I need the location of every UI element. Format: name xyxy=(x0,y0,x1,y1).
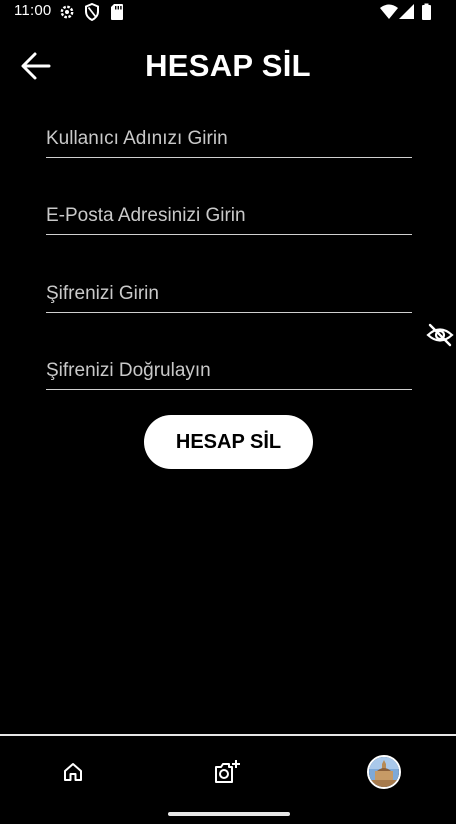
home-icon xyxy=(64,763,82,781)
username-input[interactable] xyxy=(46,125,412,153)
nav-home[interactable] xyxy=(53,752,93,792)
confirm-password-field[interactable] xyxy=(46,353,412,390)
sd-card-icon xyxy=(110,3,124,26)
confirm-password-input[interactable] xyxy=(46,357,412,385)
password-visibility-toggle[interactable] xyxy=(424,320,456,350)
password-input[interactable] xyxy=(46,280,412,308)
status-time: 11:00 xyxy=(14,2,52,19)
profile-avatar xyxy=(367,755,401,789)
wifi-icon xyxy=(379,3,399,26)
settings-icon xyxy=(58,3,76,26)
page-title: HESAP SİL xyxy=(145,48,311,83)
home-indicator[interactable] xyxy=(168,812,290,816)
email-field[interactable] xyxy=(46,198,412,235)
cellular-signal-icon xyxy=(398,3,415,26)
shield-icon xyxy=(84,2,100,26)
nav-profile[interactable] xyxy=(364,752,404,792)
battery-icon xyxy=(421,3,432,26)
email-input[interactable] xyxy=(46,202,412,230)
username-field[interactable] xyxy=(46,121,412,158)
app-header: HESAP SİL xyxy=(0,40,456,94)
bottom-navigation xyxy=(0,734,456,824)
nav-add-photo[interactable] xyxy=(208,752,248,792)
delete-account-button[interactable]: HESAP SİL xyxy=(144,415,313,469)
add-photo-icon xyxy=(215,760,240,783)
eye-off-icon xyxy=(426,323,454,347)
status-bar: 11:00 xyxy=(0,0,456,24)
password-field[interactable] xyxy=(46,276,412,313)
